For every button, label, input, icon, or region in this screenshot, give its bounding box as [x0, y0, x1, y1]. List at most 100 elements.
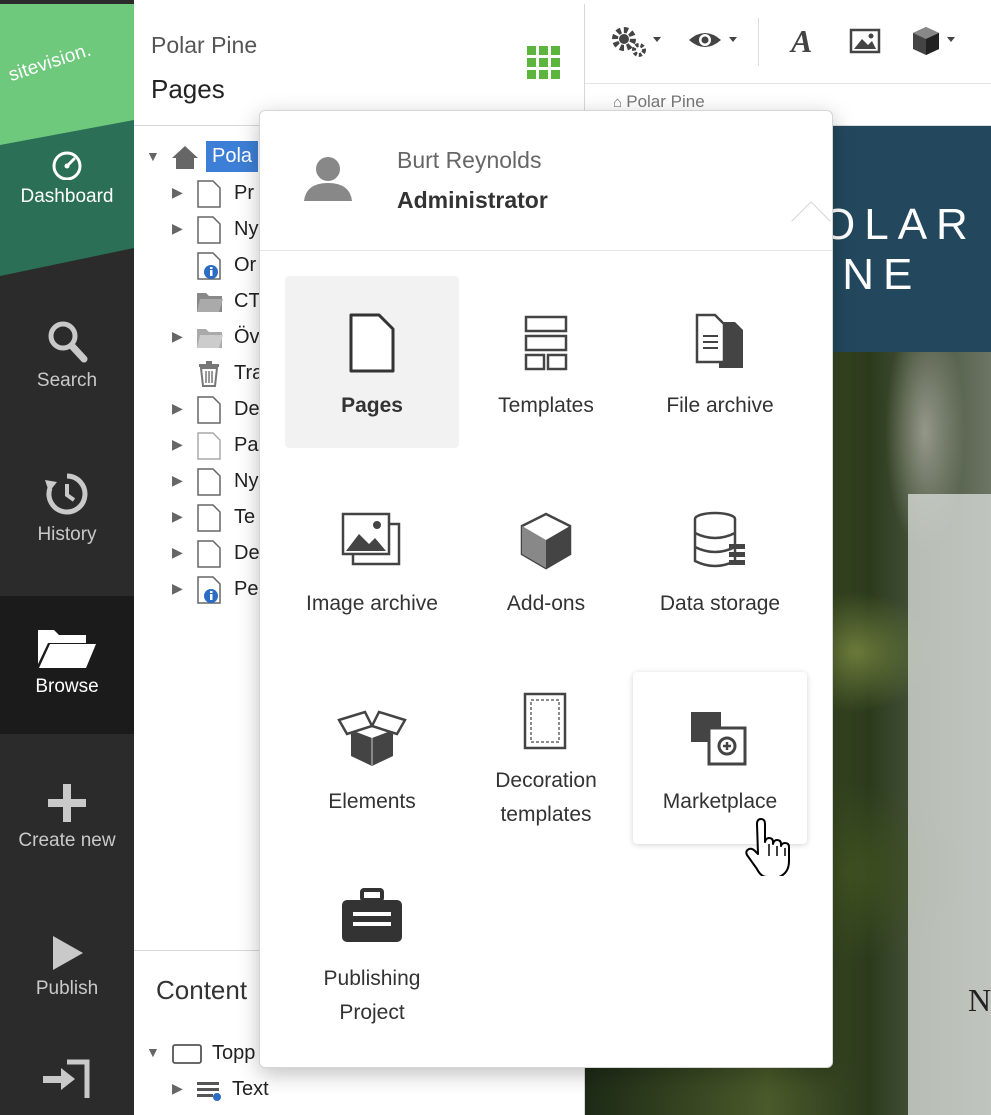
search-icon [48, 321, 88, 363]
tree-item-label: De [234, 542, 260, 564]
svg-text:A: A [789, 23, 812, 58]
page-icon [197, 468, 221, 496]
play-icon [53, 936, 83, 970]
expand-arrow-icon[interactable]: ▶ [172, 1080, 183, 1097]
content-section-title: Content [156, 975, 248, 1005]
sidebar-item-dashboard[interactable]: Dashboard [0, 150, 134, 208]
user-info: Burt Reynolds Administrator [260, 111, 832, 251]
main-sidebar: sitevision. Dashboard Search History Bro… [0, 0, 134, 1115]
home-icon [172, 146, 198, 169]
eye-icon[interactable] [687, 24, 741, 65]
expand-arrow-icon[interactable]: ▶ [172, 508, 183, 525]
app-tile-label: Publishing Project [323, 967, 421, 1024]
page-icon [197, 180, 221, 208]
preview-content-card [908, 494, 991, 1115]
app-tile-image-archive[interactable]: Image archive [285, 474, 459, 646]
collapse-arrow-icon[interactable]: ▼ [146, 1044, 160, 1060]
tree-item-label: CT [234, 290, 261, 312]
apps-grid-button[interactable] [527, 46, 563, 82]
app-tile-data-storage[interactable]: Data storage [633, 474, 807, 646]
info-page-icon [197, 252, 221, 280]
sidebar-item-browse[interactable]: Browse [0, 596, 134, 734]
tree-item-label: Text [232, 1078, 269, 1100]
editor-toolbar: A [585, 4, 991, 84]
expand-arrow-icon[interactable]: ▶ [172, 436, 183, 453]
app-tile-label: Image archive [306, 592, 438, 615]
app-tile-label: Decoration templates [495, 769, 597, 826]
sidebar-item-publish[interactable]: Publish [0, 934, 134, 1000]
panel-header: Polar Pine Pages [134, 4, 584, 126]
page-icon [197, 432, 221, 460]
sidebar-item-history[interactable]: History [0, 470, 134, 546]
app-tile-decoration-templates[interactable]: Decoration templates [459, 672, 633, 844]
tree-item-label: Pe [234, 578, 259, 600]
plus-icon [48, 784, 86, 822]
text-module-icon [197, 1082, 221, 1101]
sidebar-item-label: Browse [35, 676, 99, 697]
collapse-arrow-icon[interactable]: ▼ [146, 148, 160, 164]
font-icon[interactable]: A [789, 22, 819, 63]
sidebar-item-label: Dashboard [20, 186, 114, 207]
trash-icon [199, 361, 219, 387]
database-icon [693, 511, 745, 568]
tree-item-label: Ny [234, 218, 259, 240]
expand-arrow-icon[interactable]: ▶ [172, 544, 183, 561]
expand-arrow-icon[interactable]: ▶ [172, 580, 183, 597]
app-tile-label: Pages [341, 394, 403, 417]
tree-item-label: Öv [234, 326, 260, 348]
expand-arrow-icon[interactable]: ▶ [172, 400, 183, 417]
expand-arrow-icon[interactable]: ▶ [172, 328, 183, 345]
folder-icon [197, 293, 223, 312]
sidebar-item-search[interactable]: Search [0, 318, 134, 392]
tree-item-label: Pr [234, 182, 254, 204]
sidebar-item-label: Create new [18, 830, 116, 851]
app-tile-publishing-project[interactable]: Publishing Project [285, 870, 459, 1042]
page-icon [197, 540, 221, 568]
folder-icon [197, 329, 223, 348]
expand-arrow-icon[interactable]: ▶ [172, 184, 183, 201]
site-name: Polar Pine [151, 32, 258, 58]
image-icon[interactable] [849, 24, 881, 61]
gauge-icon [52, 151, 82, 180]
marketplace-icon [691, 712, 747, 766]
history-icon [45, 473, 88, 515]
toolbar-divider [758, 18, 759, 66]
hero-title-line2: INE [821, 250, 922, 299]
user-name: Burt Reynolds [397, 147, 542, 173]
image-archive-icon [341, 512, 401, 566]
app-tile-elements[interactable]: Elements [285, 672, 459, 844]
tree-item-label: Ny [234, 470, 259, 492]
apps-popover: Burt Reynolds Administrator Pages Templa… [259, 110, 833, 1068]
app-tile-templates[interactable]: Templates [459, 276, 633, 448]
sidebar-item-label: Publish [35, 978, 99, 999]
logo-text: sitevision. [6, 39, 94, 86]
app-tile-label: Add-ons [506, 592, 586, 615]
app-tile-file-archive[interactable]: File archive [633, 276, 807, 448]
info-page-icon [197, 576, 221, 604]
hand-cursor-icon [745, 818, 790, 876]
sidebar-item-exit[interactable] [0, 1058, 134, 1104]
page-icon [197, 216, 221, 244]
tree-item-label: Pa [234, 434, 259, 456]
expand-arrow-icon[interactable]: ▶ [172, 472, 183, 489]
briefcase-icon [342, 888, 402, 942]
app-tile-label: File archive [666, 394, 774, 417]
tree-item-label: Topp [212, 1042, 256, 1064]
expand-arrow-icon[interactable]: ▶ [172, 220, 183, 237]
gears-icon[interactable] [609, 24, 665, 65]
app-tile-add-ons[interactable]: Add-ons [459, 474, 633, 646]
tree-item-label: De [234, 398, 260, 420]
cube-icon [520, 512, 572, 570]
open-box-icon [337, 710, 407, 766]
box-icon [172, 1044, 202, 1064]
templates-icon [524, 315, 568, 371]
sidebar-item-label: History [37, 524, 97, 545]
file-archive-icon [695, 313, 743, 368]
sidebar-item-create-new[interactable]: Create new [0, 782, 134, 852]
cube-icon[interactable] [911, 24, 959, 65]
page-icon [197, 396, 221, 424]
content-tree-item[interactable]: ▶ Text [134, 1072, 585, 1108]
folder-open-icon [38, 630, 96, 668]
decoration-template-icon [523, 692, 567, 750]
app-tile-pages[interactable]: Pages [285, 276, 459, 448]
